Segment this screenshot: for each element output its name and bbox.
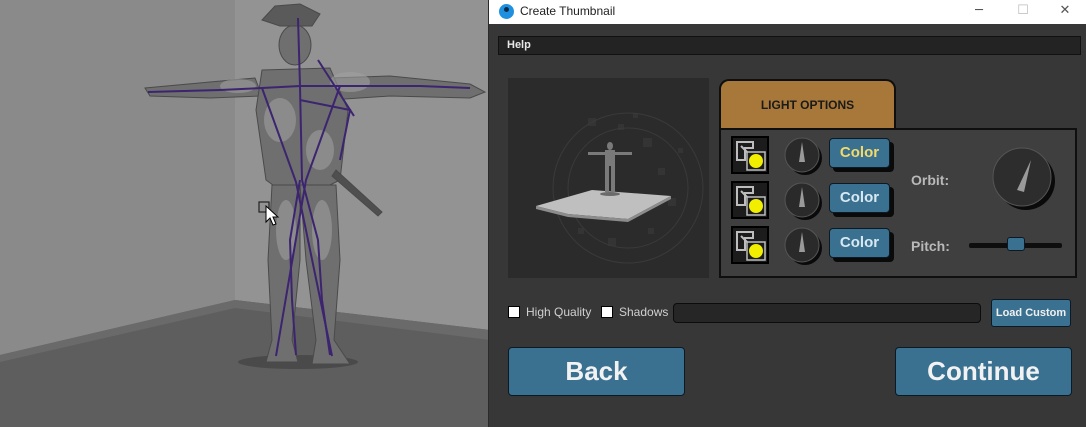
pitch-slider-handle[interactable] — [1006, 237, 1025, 251]
light-row-3: Color — [731, 222, 931, 266]
preview-render — [508, 78, 709, 278]
shadows-checkbox[interactable] — [601, 306, 613, 318]
thumbnail-preview — [508, 78, 709, 278]
app-icon — [499, 4, 514, 19]
menu-help[interactable]: Help — [507, 39, 531, 51]
orbit-dial[interactable] — [991, 146, 1057, 212]
back-button[interactable]: Back — [508, 347, 685, 396]
pitch-label: Pitch: — [911, 238, 950, 254]
menu-bar: Help — [498, 36, 1081, 55]
close-button[interactable]: ✕ — [1045, 0, 1085, 24]
progress-bar — [673, 303, 981, 323]
light-intensity-knob[interactable] — [783, 136, 823, 176]
maximize-button[interactable]: ☐ — [1003, 0, 1043, 24]
high-quality-checkbox[interactable] — [508, 306, 520, 318]
viewport-scene — [0, 0, 490, 427]
tab-light-options[interactable]: LIGHT OPTIONS — [719, 79, 896, 129]
orbit-label: Orbit: — [911, 172, 950, 188]
light-bulb-icon[interactable] — [731, 181, 769, 219]
light-bulb-icon[interactable] — [731, 136, 769, 174]
light-color-button[interactable]: Color — [829, 183, 890, 213]
3d-viewport[interactable] — [0, 0, 490, 427]
light-intensity-knob[interactable] — [783, 181, 823, 221]
high-quality-label: High Quality — [526, 305, 592, 319]
light-row-1: Color — [731, 132, 931, 176]
title-bar[interactable]: Create Thumbnail ─ ☐ ✕ — [489, 0, 1086, 24]
light-row-2: Color — [731, 177, 931, 221]
light-color-button[interactable]: Color — [829, 138, 890, 168]
load-custom-button[interactable]: Load Custom — [991, 299, 1071, 327]
window-title: Create Thumbnail — [520, 4, 616, 18]
light-bulb-icon[interactable] — [731, 226, 769, 264]
pitch-slider[interactable] — [969, 237, 1062, 251]
light-color-button[interactable]: Color — [829, 228, 890, 258]
dialog-body: Help LIGHT OPTIONS Color Color Color Orb… — [489, 24, 1086, 427]
light-intensity-knob[interactable] — [783, 226, 823, 266]
light-options-panel: Color Color Color Orbit: Pitch: — [719, 128, 1077, 278]
continue-button[interactable]: Continue — [895, 347, 1072, 396]
create-thumbnail-dialog: Create Thumbnail ─ ☐ ✕ Help LIGHT OPTION… — [488, 0, 1086, 427]
tab-light-options-label: LIGHT OPTIONS — [760, 98, 855, 112]
shadows-label: Shadows — [619, 305, 669, 319]
minimize-button[interactable]: ─ — [959, 0, 999, 24]
